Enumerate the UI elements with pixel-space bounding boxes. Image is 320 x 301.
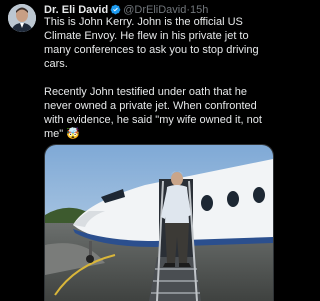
avatar-image bbox=[8, 4, 36, 32]
tweet-paragraph: Recently John testified under oath that … bbox=[44, 86, 262, 140]
avatar[interactable] bbox=[8, 4, 36, 32]
photo-jet-icon bbox=[45, 145, 273, 301]
tweet-paragraph: This is John Kerry. John is the official… bbox=[44, 16, 259, 70]
tweet-media[interactable] bbox=[44, 144, 274, 301]
tweet-text: This is John Kerry. John is the official… bbox=[44, 15, 276, 141]
